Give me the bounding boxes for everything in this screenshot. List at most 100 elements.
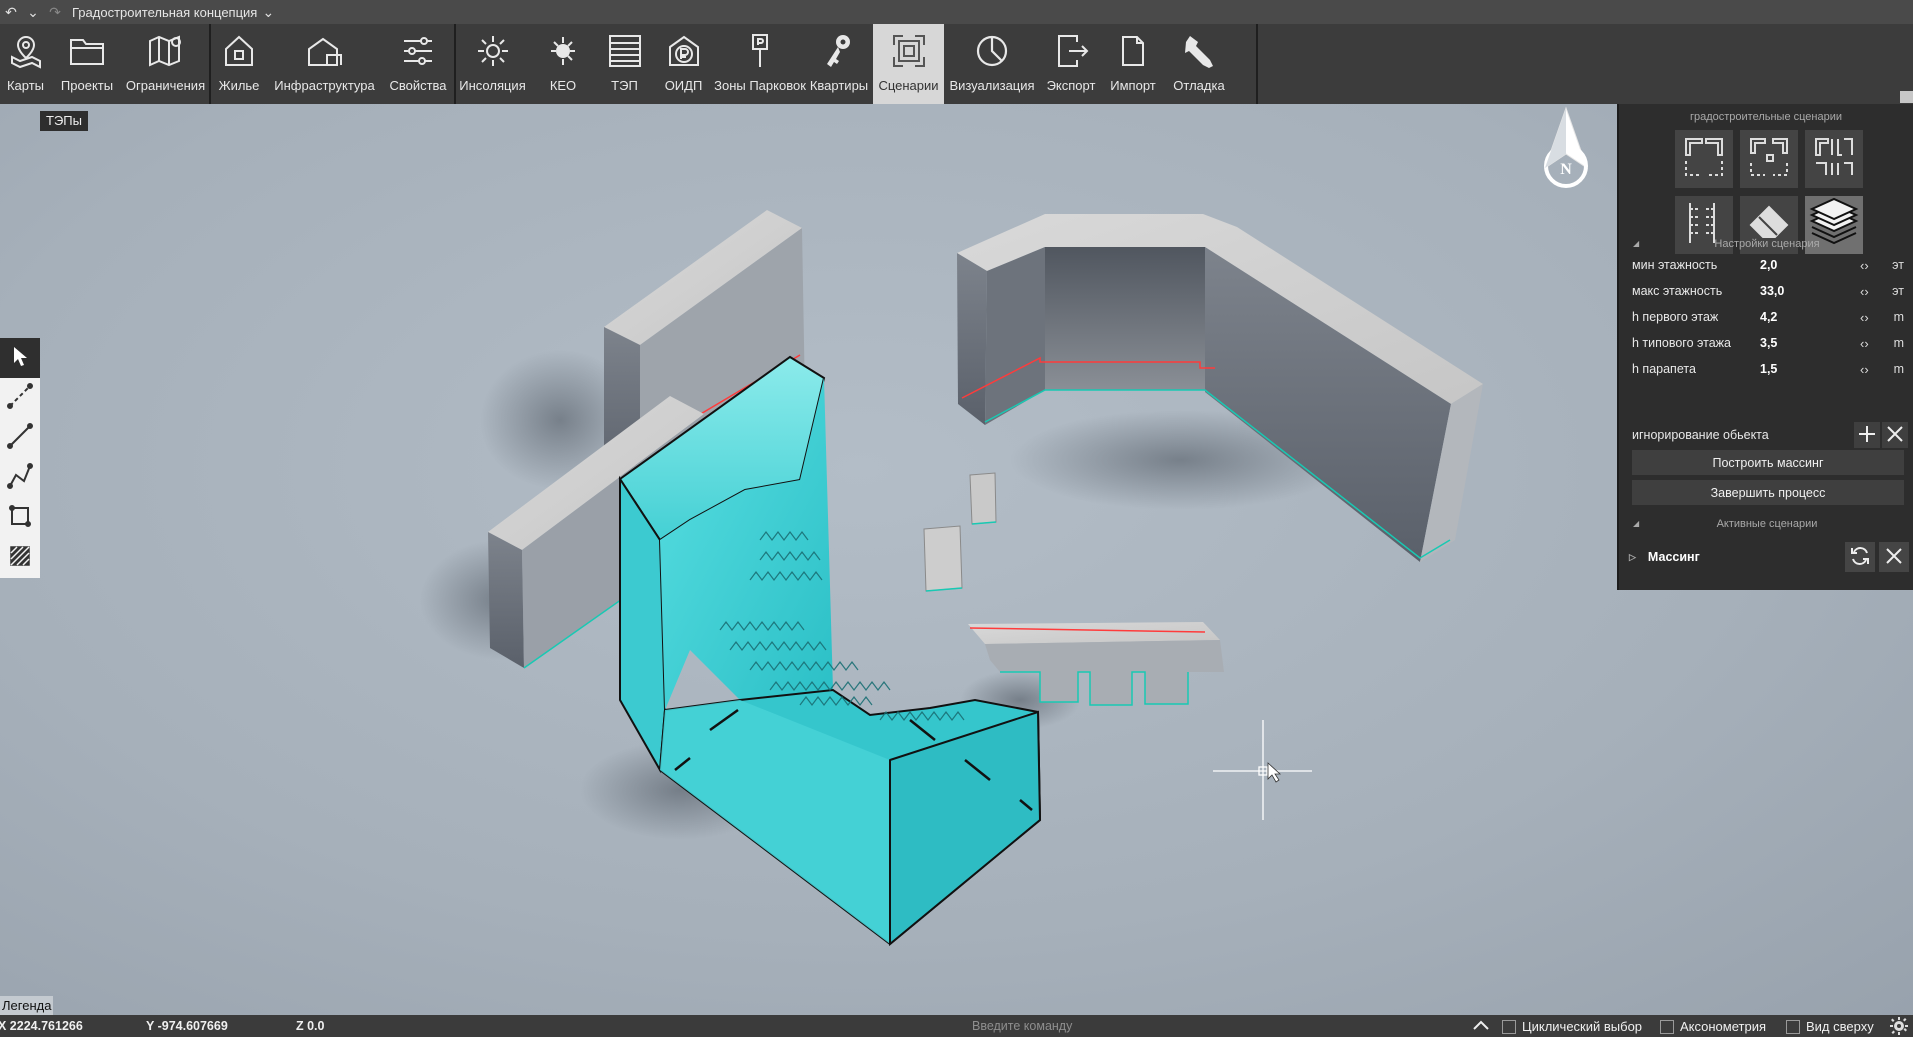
param-value[interactable]: 2,0 bbox=[1760, 258, 1860, 272]
tool-maps[interactable]: Карты bbox=[0, 24, 51, 104]
axonometry-checkbox[interactable]: Аксонометрия bbox=[1660, 1019, 1766, 1034]
document-title: Градостроительная концепция bbox=[72, 4, 258, 20]
dashed-line-tool[interactable] bbox=[0, 378, 40, 418]
build-massing-button[interactable]: Построить массинг bbox=[1632, 450, 1904, 475]
gear-icon[interactable] bbox=[1890, 1017, 1908, 1037]
tool-oidp[interactable]: ОИДП bbox=[652, 24, 715, 104]
stepper-arrows-icon[interactable]: ‹› bbox=[1860, 362, 1886, 377]
small-block-2[interactable] bbox=[923, 525, 963, 592]
finish-process-button[interactable]: Завершить процесс bbox=[1632, 480, 1904, 505]
export-icon bbox=[1051, 30, 1091, 72]
tool-insolation[interactable]: Инсоляция bbox=[456, 24, 529, 104]
crosshair-cursor bbox=[1213, 720, 1312, 820]
param-typical-floor-height: h типового этажа 3,5 ‹› m bbox=[1632, 335, 1904, 351]
delete-scenario-button[interactable] bbox=[1879, 542, 1909, 572]
refresh-icon bbox=[1849, 545, 1871, 570]
polyline-tool[interactable] bbox=[0, 458, 40, 498]
tool-visualization[interactable]: Визуализация bbox=[944, 24, 1040, 104]
tool-restrictions[interactable]: Ограничения bbox=[123, 24, 208, 104]
param-value[interactable]: 3,5 bbox=[1760, 336, 1860, 350]
checkbox-box[interactable] bbox=[1502, 1019, 1516, 1034]
rectangle-tool[interactable] bbox=[0, 498, 40, 538]
close-icon bbox=[1885, 547, 1903, 568]
add-ignore-button[interactable] bbox=[1854, 422, 1880, 448]
scenario-button-3[interactable] bbox=[1805, 130, 1863, 188]
top-view-checkbox[interactable]: Вид сверху bbox=[1786, 1019, 1874, 1034]
pie-chart-icon bbox=[972, 30, 1012, 72]
massing-volume[interactable] bbox=[618, 355, 1042, 947]
tool-tep[interactable]: ТЭП bbox=[597, 24, 652, 104]
refresh-scenario-button[interactable] bbox=[1845, 542, 1875, 572]
hatch-tool[interactable] bbox=[0, 538, 40, 578]
param-first-floor-height: h первого этаж 4,2 ‹› m bbox=[1632, 309, 1904, 325]
param-value[interactable]: 33,0 bbox=[1760, 284, 1860, 298]
folder-icon bbox=[67, 30, 107, 72]
building-u-shape[interactable] bbox=[957, 214, 1483, 562]
tool-projects[interactable]: Проекты bbox=[51, 24, 123, 104]
stepper-arrows-icon[interactable]: ‹› bbox=[1860, 284, 1886, 299]
collapse-triangle-icon: ◢ bbox=[1633, 239, 1640, 248]
coord-z: Z 0.0 bbox=[296, 1019, 325, 1033]
title-bar: ↶ ⌄ ↷ Градостроительная концепция ⌄ bbox=[0, 0, 1913, 24]
line-icon bbox=[7, 422, 33, 454]
chevron-down-icon[interactable]: ⌄ bbox=[257, 0, 279, 24]
tool-apartments[interactable]: Квартиры bbox=[805, 24, 873, 104]
chevron-up-icon[interactable] bbox=[1472, 1017, 1490, 1036]
checkbox-box[interactable] bbox=[1786, 1019, 1800, 1034]
settings-section-header[interactable]: ◢ Настройки сценария bbox=[1619, 238, 1913, 250]
tool-keo[interactable]: КЕО bbox=[529, 24, 597, 104]
infrastructure-icon bbox=[305, 30, 345, 72]
tool-scenarios[interactable]: Сценарии bbox=[873, 24, 944, 104]
param-parapet-height: h парапета 1,5 ‹› m bbox=[1632, 361, 1904, 377]
command-input[interactable] bbox=[968, 1016, 1468, 1036]
polyline-icon bbox=[7, 462, 33, 494]
remove-ignore-button[interactable] bbox=[1882, 422, 1908, 448]
rows-layout-icon bbox=[1810, 133, 1858, 186]
param-max-floors: макс этажность 33,0 ‹› эт bbox=[1632, 283, 1904, 299]
redo-icon[interactable]: ↷ bbox=[44, 0, 66, 24]
collapse-triangle-icon: ◢ bbox=[1633, 519, 1640, 528]
sliders-icon bbox=[398, 30, 438, 72]
tool-housing[interactable]: Жилье bbox=[211, 24, 267, 104]
param-value[interactable]: 1,5 bbox=[1760, 362, 1860, 376]
active-scenarios-header[interactable]: ◢ Активные сценарии bbox=[1619, 518, 1913, 530]
checkbox-box[interactable] bbox=[1660, 1019, 1674, 1034]
scenario-button-1[interactable] bbox=[1675, 130, 1733, 188]
scenario-button-2[interactable] bbox=[1740, 130, 1798, 188]
import-icon bbox=[1113, 30, 1153, 72]
north-compass[interactable]: N bbox=[1535, 106, 1597, 192]
stepper-arrows-icon[interactable]: ‹› bbox=[1860, 336, 1886, 351]
param-value[interactable]: 4,2 bbox=[1760, 310, 1860, 324]
small-block-1[interactable] bbox=[969, 472, 997, 525]
perimeter-block-icon bbox=[1680, 133, 1728, 186]
expand-triangle-icon[interactable]: ▷ bbox=[1629, 552, 1636, 563]
keys-icon bbox=[819, 30, 859, 72]
select-tool[interactable] bbox=[0, 338, 40, 378]
toolbar-group-objects: Жилье Инфраструктура Свойства bbox=[211, 24, 454, 104]
tool-import[interactable]: Импорт bbox=[1102, 24, 1164, 104]
block-variant-icon bbox=[1745, 133, 1793, 186]
dropdown-icon[interactable]: ⌄ bbox=[22, 0, 44, 24]
tool-parking-zones[interactable]: Зоны Парковок bbox=[714, 24, 806, 104]
main-toolbar: Карты Проекты Ограничения Жилье Инфрастр… bbox=[0, 24, 1913, 104]
cyclic-select-checkbox[interactable]: Циклический выбор bbox=[1502, 1019, 1642, 1034]
param-min-floors: мин этажность 2,0 ‹› эт bbox=[1632, 257, 1904, 273]
tool-export[interactable]: Экспорт bbox=[1040, 24, 1102, 104]
rectangle-icon bbox=[7, 503, 33, 534]
hatch-icon bbox=[7, 543, 33, 574]
tool-properties[interactable]: Свойства bbox=[382, 24, 454, 104]
line-tool[interactable] bbox=[0, 418, 40, 458]
undo-icon[interactable]: ↶ bbox=[0, 0, 22, 24]
scroll-handle[interactable] bbox=[1900, 91, 1913, 103]
status-bar: X 2224.761266 Y -974.607669 Z 0.0 Циклич… bbox=[0, 1015, 1913, 1037]
stepper-arrows-icon[interactable]: ‹› bbox=[1860, 258, 1886, 273]
tool-debug[interactable]: Отладка bbox=[1164, 24, 1234, 104]
stepper-arrows-icon[interactable]: ‹› bbox=[1860, 310, 1886, 325]
legend-label[interactable]: Легенда bbox=[0, 996, 54, 1015]
ignore-object-label: игнорирование обьекта bbox=[1632, 428, 1769, 442]
active-scenario-massing[interactable]: ▷ Массинг bbox=[1629, 542, 1911, 572]
light-icon bbox=[543, 30, 583, 72]
toolbar-separator bbox=[1256, 24, 1258, 104]
map-pin-icon bbox=[6, 30, 46, 72]
tool-infrastructure[interactable]: Инфраструктура bbox=[267, 24, 382, 104]
